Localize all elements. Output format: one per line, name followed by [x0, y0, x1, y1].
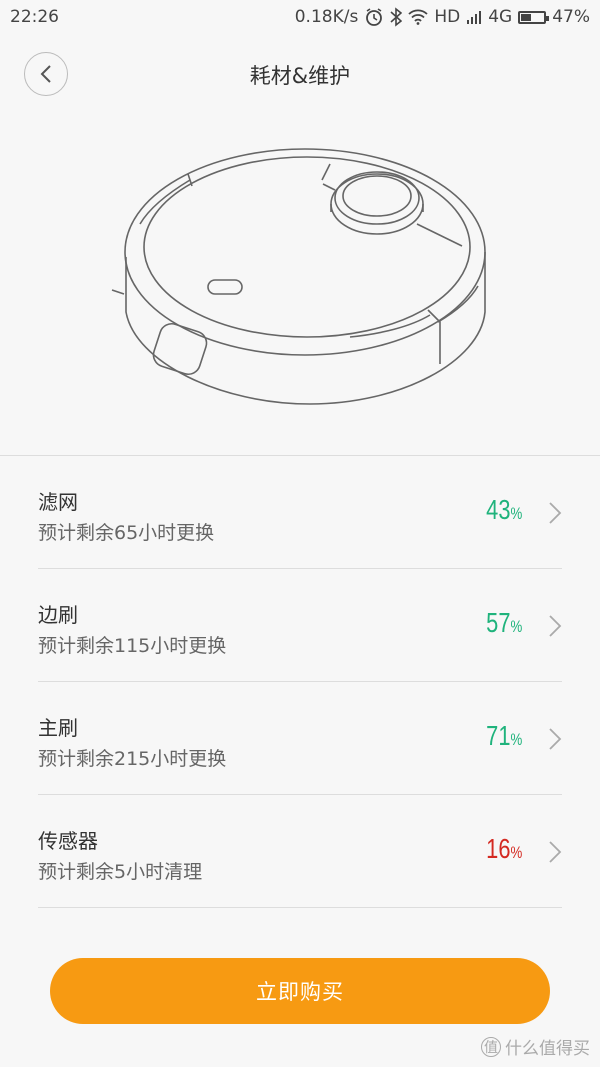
signal-icon	[466, 9, 482, 25]
item-name: 主刷	[38, 716, 78, 740]
list-item-filter[interactable]: 滤网 预计剩余65小时更换 43%	[38, 456, 562, 569]
hd-label: HD	[434, 7, 461, 27]
alarm-icon	[364, 7, 384, 27]
bluetooth-icon	[390, 7, 403, 27]
list-item-side-brush[interactable]: 边刷 预计剩余115小时更换 57%	[38, 569, 562, 682]
item-remaining: 预计剩余115小时更换	[38, 635, 227, 657]
status-icons: 0.18K/s HD 4G 47%	[295, 7, 590, 27]
net-speed: 0.18K/s	[294, 7, 359, 27]
item-name: 滤网	[38, 490, 78, 514]
item-percent: 71%	[485, 720, 522, 751]
status-bar: 22:26 0.18K/s HD 4G 47%	[0, 0, 600, 34]
header: 耗材&维护	[0, 46, 600, 106]
item-remaining: 预计剩余65小时更换	[38, 522, 215, 544]
chevron-right-icon	[549, 728, 562, 750]
robot-vacuum-icon	[111, 148, 486, 405]
page-title: 耗材&维护	[249, 64, 351, 88]
wifi-icon	[408, 9, 428, 25]
network-type: 4G	[488, 7, 513, 27]
item-percent: 16%	[485, 833, 522, 864]
consumables-list: 滤网 预计剩余65小时更换 43% 边刷 预计剩余115小时更换 57% 主刷 …	[0, 456, 600, 908]
list-item-sensor[interactable]: 传感器 预计剩余5小时清理 16%	[38, 795, 562, 908]
watermark-text: 什么值得买	[505, 1039, 590, 1059]
buy-now-button[interactable]: 立即购买	[50, 958, 550, 1024]
chevron-right-icon	[549, 841, 562, 863]
item-remaining: 预计剩余5小时清理	[38, 861, 203, 883]
watermark: 值 什么值得买	[481, 1034, 590, 1059]
item-percent: 57%	[485, 607, 522, 638]
watermark-logo-icon: 值	[481, 1036, 501, 1057]
item-name: 传感器	[38, 829, 98, 853]
item-remaining: 预计剩余215小时更换	[38, 748, 227, 770]
chevron-right-icon	[549, 615, 562, 637]
item-percent: 43%	[485, 494, 522, 525]
battery-percent: 47%	[552, 7, 590, 27]
robot-illustration	[0, 112, 600, 452]
status-time: 22:26	[10, 7, 59, 27]
list-item-main-brush[interactable]: 主刷 预计剩余215小时更换 71%	[38, 682, 562, 795]
item-name: 边刷	[38, 603, 78, 627]
chevron-right-icon	[549, 502, 562, 524]
battery-icon	[518, 10, 550, 24]
